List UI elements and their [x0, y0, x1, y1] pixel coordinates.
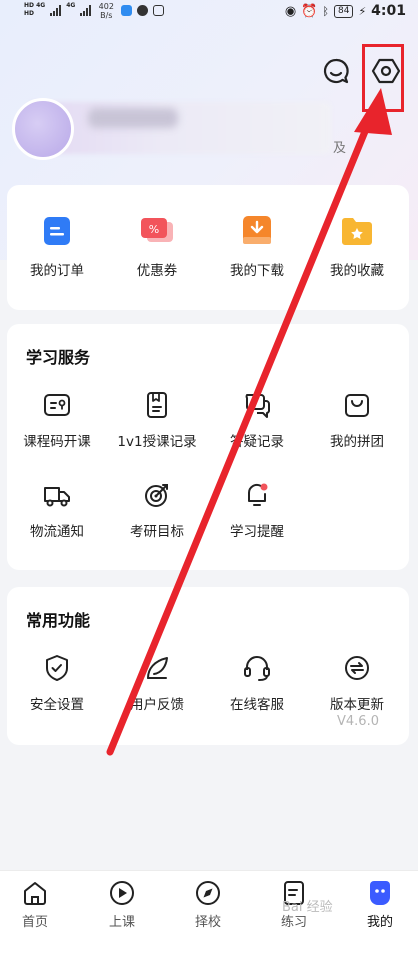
- my-favorites-label: 我的收藏: [330, 263, 384, 279]
- nav-class[interactable]: 上课: [92, 879, 152, 930]
- shield-app-icon: [121, 5, 133, 16]
- version-number: V4.6.0: [337, 714, 379, 729]
- my-orders-button[interactable]: 我的订单: [7, 213, 107, 279]
- user-feedback-label: 用户反馈: [130, 697, 184, 713]
- nav-profile-label: 我的: [366, 915, 393, 930]
- coupons-label: 优惠券: [136, 263, 178, 279]
- network-speed: 402 B/s: [98, 2, 114, 20]
- version-update-icon: [345, 656, 369, 680]
- nav-home[interactable]: 首页: [5, 879, 65, 930]
- delivery-notice-label: 物流通知: [30, 524, 84, 540]
- group-buy-label: 我的拼团: [330, 434, 384, 450]
- nav-home-label: 首页: [21, 915, 48, 930]
- home-icon: [24, 882, 46, 905]
- learning-services-title: 学习服务: [26, 348, 91, 367]
- profile-suffix-text: 及: [333, 141, 347, 156]
- qa-record-button[interactable]: 答疑记录: [207, 390, 307, 450]
- nav-school[interactable]: 择校: [178, 879, 238, 930]
- security-settings-button[interactable]: 安全设置: [7, 653, 107, 713]
- username-blurred: [88, 108, 178, 128]
- coupon-icon: %: [141, 218, 173, 242]
- download-icon: [243, 216, 271, 244]
- security-settings-label: 安全设置: [30, 697, 84, 713]
- alarm-icon: ⏰: [301, 3, 318, 19]
- network-label-1: HD 4G: [24, 2, 46, 9]
- feedback-pen-icon: [147, 657, 168, 679]
- security-shield-icon: [46, 655, 68, 681]
- online-service-label: 在线客服: [230, 697, 284, 713]
- my-downloads-button[interactable]: 我的下载: [207, 213, 307, 279]
- signal-icon-2: [80, 4, 92, 16]
- group-buy-button[interactable]: 我的拼团: [307, 390, 407, 450]
- favorite-folder-icon: [342, 218, 372, 245]
- nav-class-label: 上课: [108, 915, 135, 930]
- lesson-record-label: 1v1授课记录: [117, 434, 197, 450]
- watermark: Bai 经验: [282, 900, 333, 915]
- user-feedback-button[interactable]: 用户反馈: [107, 653, 207, 713]
- common-functions-card: 常用功能 安全设置 用户反馈 在线客服 版本更新 V4.6.0: [7, 587, 409, 745]
- annotation-highlight-box: [362, 44, 404, 112]
- common-functions-title: 常用功能: [26, 611, 91, 630]
- version-update-button[interactable]: 版本更新: [307, 653, 407, 713]
- play-class-icon: [110, 881, 134, 905]
- bluetooth-icon: ᛒ: [322, 4, 329, 18]
- course-code-button[interactable]: 课程码开课: [7, 390, 107, 450]
- study-reminder-label: 学习提醒: [230, 524, 284, 540]
- my-downloads-label: 我的下载: [230, 263, 284, 279]
- status-bar: HD 4G HD 4G 402 B/s ◉ ⏰ ᛒ 84 ⚡ 4:01: [0, 0, 418, 26]
- coupons-button[interactable]: % 优惠券: [107, 213, 207, 279]
- camera-app-icon: [153, 5, 165, 16]
- online-service-button[interactable]: 在线客服: [207, 653, 307, 713]
- svg-text:%: %: [149, 223, 159, 236]
- target-icon: [145, 484, 168, 507]
- network-indicator-2: 4G: [66, 2, 75, 10]
- qa-record-icon: [245, 394, 270, 418]
- nav-profile[interactable]: 我的: [350, 879, 410, 930]
- nav-school-label: 择校: [194, 915, 221, 930]
- reminder-bell-icon: [247, 483, 268, 506]
- study-reminder-button[interactable]: 学习提醒: [207, 480, 307, 540]
- network-label-2: 4G: [66, 2, 76, 9]
- learning-services-card: 学习服务 课程码开课 1v1授课记录 答疑记录 我的拼团 物流通知 考研目标 学…: [7, 324, 409, 570]
- eye-icon: ◉: [284, 3, 297, 19]
- exam-goal-button[interactable]: 考研目标: [107, 480, 207, 540]
- qa-record-label: 答疑记录: [230, 434, 284, 450]
- network-indicator: HD 4G HD: [24, 2, 46, 17]
- chat-app-icon: [137, 5, 149, 16]
- battery-icon: 84: [333, 4, 354, 18]
- my-favorites-button[interactable]: 我的收藏: [307, 213, 407, 279]
- orders-card: 我的订单 % 优惠券 我的下载 我的收藏: [7, 185, 409, 310]
- profile-face-icon: [370, 881, 390, 905]
- delivery-notice-button[interactable]: 物流通知: [7, 480, 107, 540]
- avatar[interactable]: [12, 98, 74, 160]
- signal-icon: [50, 4, 62, 16]
- compass-icon: [196, 881, 220, 905]
- clock: 4:01: [371, 3, 406, 19]
- status-left: HD 4G HD 4G 402 B/s: [24, 2, 165, 20]
- my-orders-label: 我的订单: [30, 263, 84, 279]
- exam-goal-label: 考研目标: [130, 524, 184, 540]
- lesson-record-icon: [147, 392, 167, 418]
- course-code-icon: [44, 394, 70, 416]
- group-buy-bag-icon: [345, 394, 369, 417]
- order-icon: [44, 217, 70, 245]
- charging-icon: ⚡: [358, 4, 367, 18]
- course-code-label: 课程码开课: [23, 434, 91, 450]
- message-smile-icon[interactable]: [321, 56, 351, 86]
- delivery-truck-icon: [44, 487, 70, 507]
- customer-service-headset-icon: [244, 656, 270, 681]
- version-update-label: 版本更新: [330, 697, 384, 713]
- bottom-navigation: 首页 上课 择校 练习 我的: [0, 870, 418, 955]
- lesson-record-button[interactable]: 1v1授课记录: [107, 390, 207, 450]
- status-right: ◉ ⏰ ᛒ 84 ⚡ 4:01: [285, 3, 406, 19]
